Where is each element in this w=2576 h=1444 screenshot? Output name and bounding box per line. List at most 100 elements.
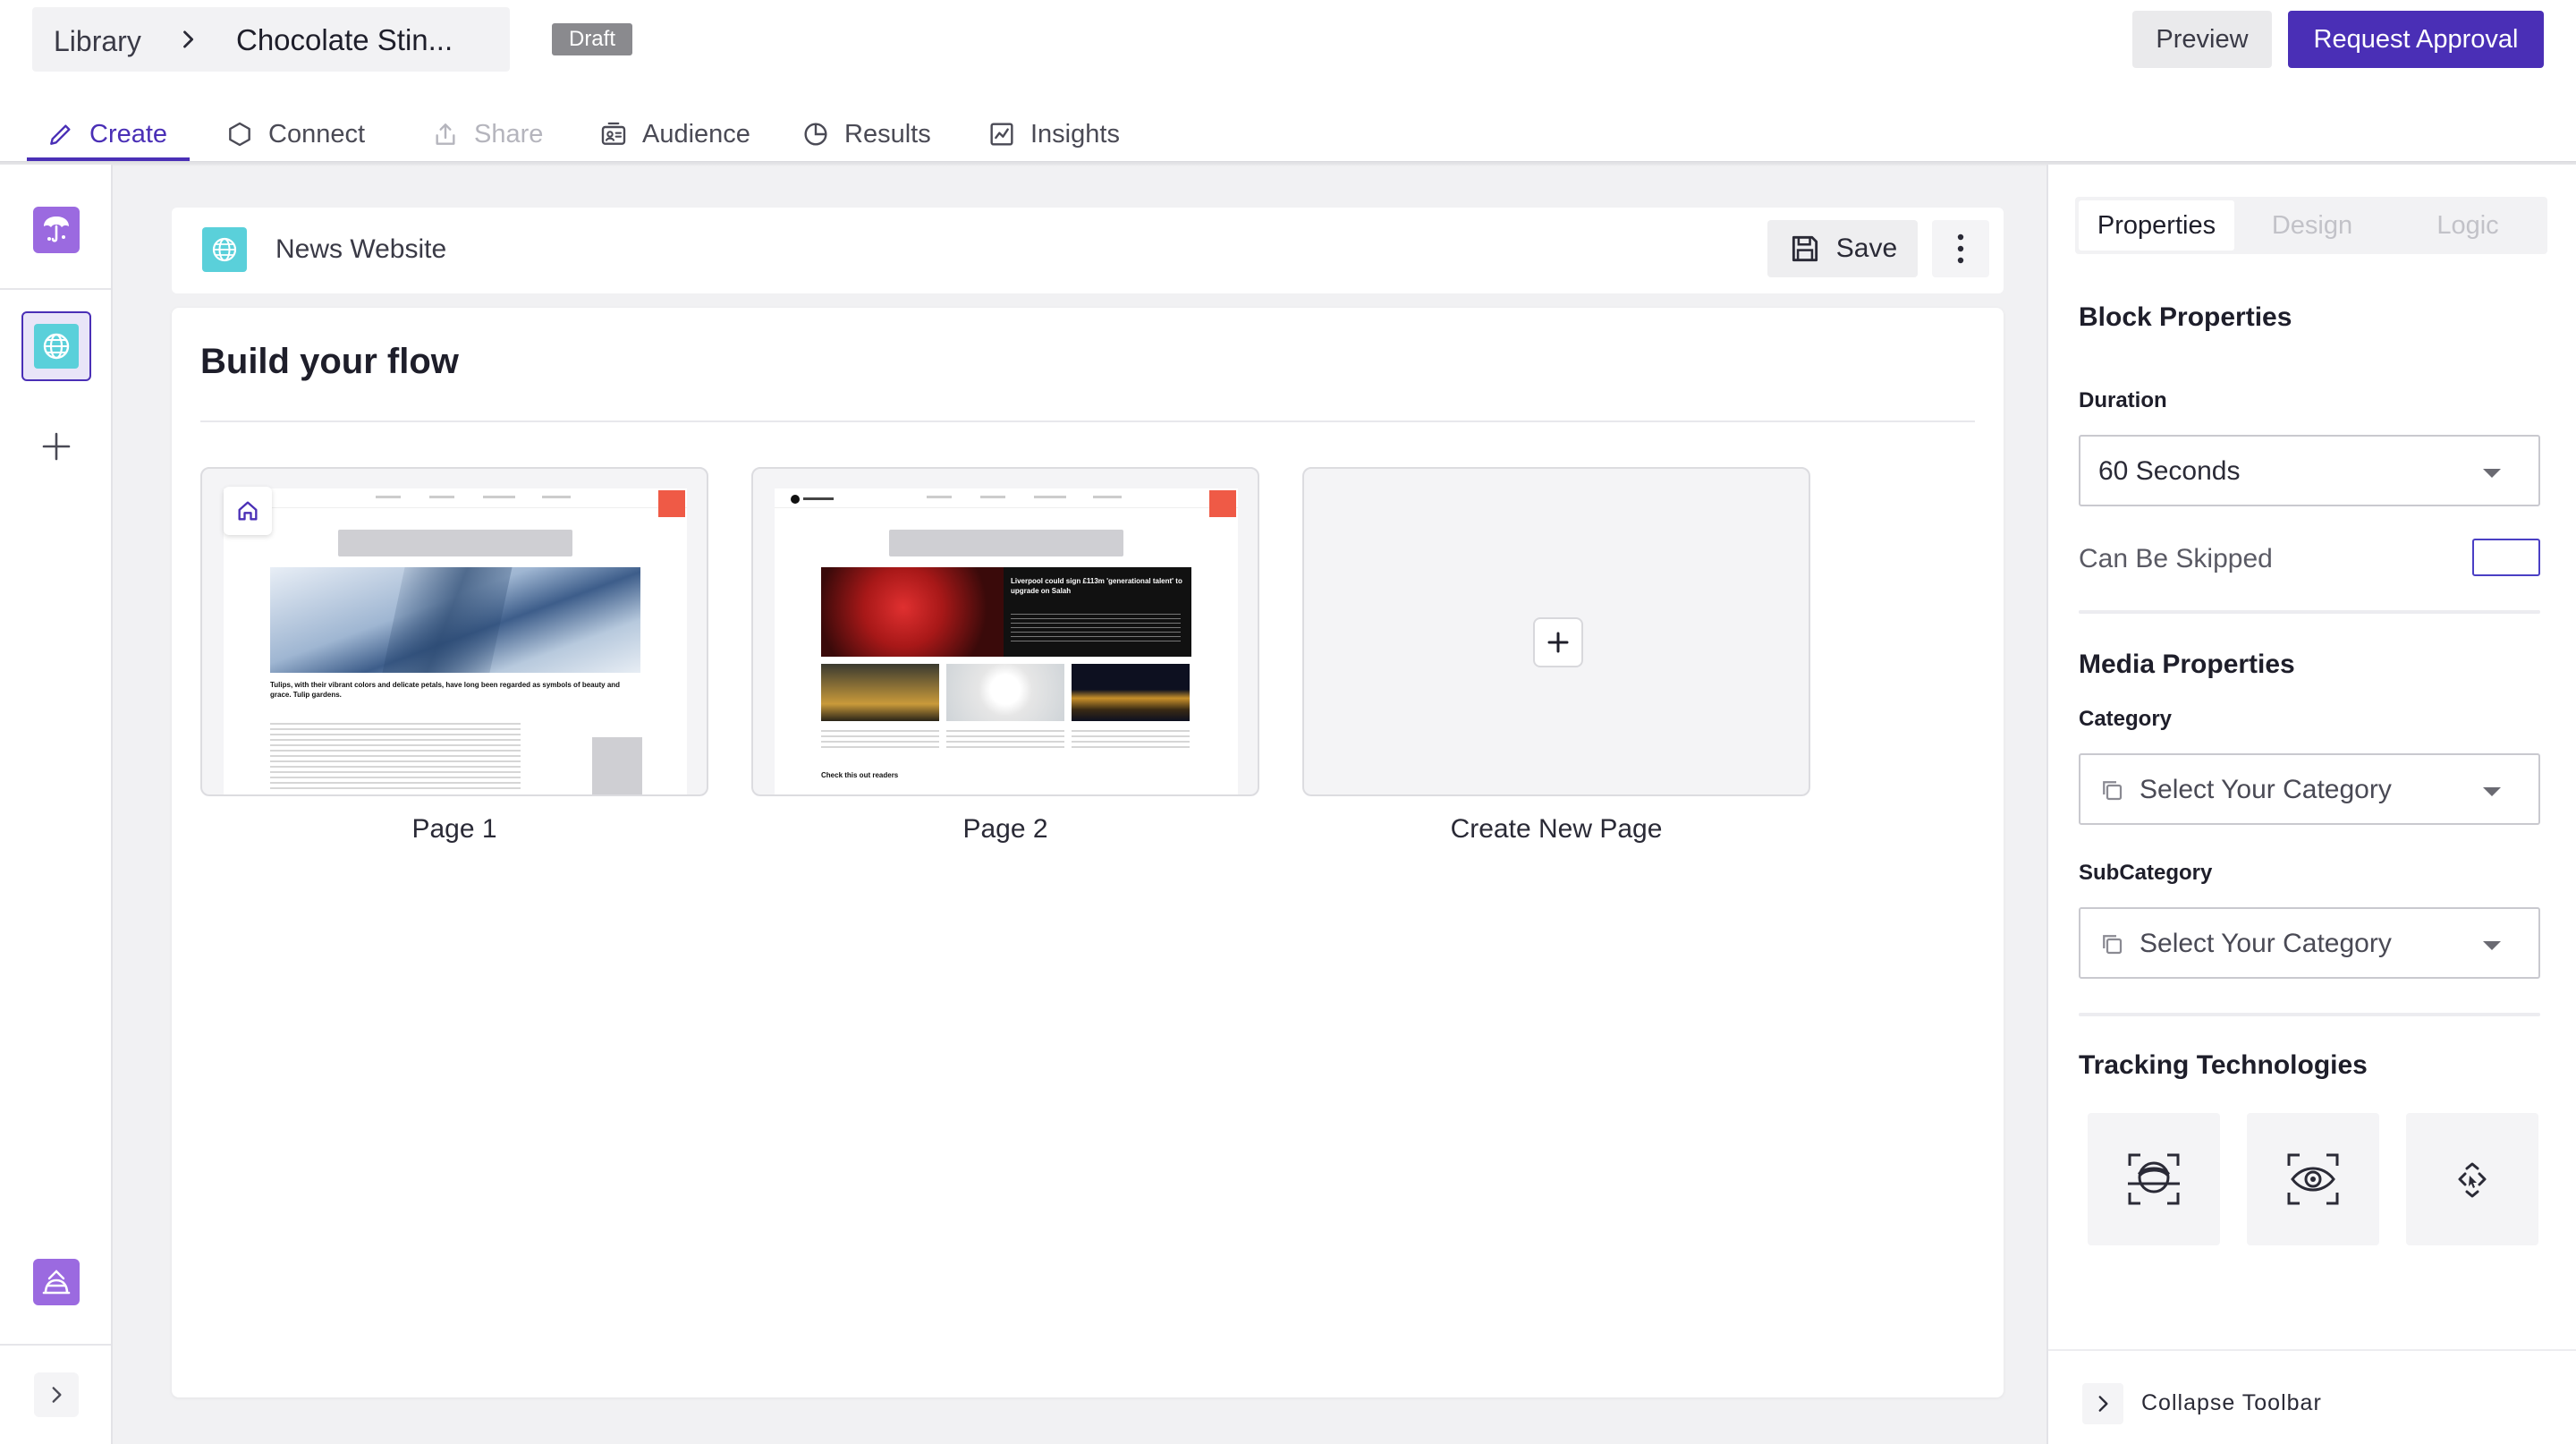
- rail-divider: [0, 288, 111, 290]
- copy-icon: [2103, 935, 2123, 955]
- tab-create-label: Create: [89, 119, 168, 149]
- tab-connect[interactable]: Connect: [225, 106, 365, 163]
- rail-add-block-button[interactable]: [21, 412, 91, 481]
- flow-card: Build your flow Tulips, with their vibra…: [172, 308, 2004, 1397]
- page-card-2[interactable]: Liverpool could sign £113m 'generational…: [751, 467, 1259, 796]
- properties-panel: Properties Design Logic Block Properties…: [2046, 165, 2576, 1444]
- tab-properties[interactable]: Properties: [2079, 200, 2234, 251]
- more-vertical-icon: [1957, 234, 1964, 264]
- create-new-page-card[interactable]: [1302, 467, 1810, 796]
- block-properties-heading: Block Properties: [2079, 302, 2292, 332]
- expand-chevron-icon: [52, 1387, 62, 1403]
- home-page-badge: [224, 487, 272, 535]
- eye-tracking-tile[interactable]: [2247, 1113, 2379, 1245]
- globe-icon: [202, 227, 247, 272]
- tab-insights-label: Insights: [1030, 119, 1120, 149]
- pie-chart-icon: [804, 123, 827, 146]
- flow-divider: [200, 420, 1975, 422]
- plus-icon: [1547, 632, 1569, 653]
- breadcrumb-current-title[interactable]: Chocolate Stin...: [236, 23, 453, 57]
- copy-icon: [2103, 781, 2123, 801]
- tracking-technologies-heading: Tracking Technologies: [2079, 1050, 2368, 1080]
- tab-results[interactable]: Results: [801, 106, 931, 163]
- plus-icon: [42, 432, 71, 461]
- tab-design[interactable]: Design: [2234, 200, 2390, 251]
- can-be-skipped-toggle[interactable]: [2472, 539, 2540, 576]
- cake-icon: [33, 1259, 80, 1305]
- page-2-thumb-headline: Liverpool could sign £113m 'generational…: [1011, 577, 1182, 595]
- left-rail: [0, 165, 113, 1444]
- rail-cake-button[interactable]: [21, 1247, 91, 1317]
- collapse-toolbar-button[interactable]: [2082, 1383, 2123, 1424]
- save-icon: [1792, 235, 1818, 262]
- face-tracking-tile[interactable]: [2088, 1113, 2220, 1245]
- page-card-1[interactable]: Tulips, with their vibrant colors and de…: [200, 467, 708, 796]
- subcategory-select[interactable]: Select Your Category: [2079, 907, 2540, 979]
- page-1-label: Page 1: [411, 814, 497, 844]
- category-select[interactable]: Select Your Category: [2079, 753, 2540, 825]
- save-button[interactable]: Save: [1767, 220, 1918, 277]
- can-be-skipped-label: Can Be Skipped: [2079, 544, 2273, 573]
- flow-title: Build your flow: [200, 342, 459, 381]
- share-icon: [436, 123, 455, 145]
- tab-create[interactable]: Create: [47, 106, 167, 163]
- breadcrumb-library-link[interactable]: Library: [54, 25, 141, 58]
- create-new-page-label: Create New Page: [1450, 814, 1663, 844]
- more-options-button[interactable]: [1932, 220, 1989, 277]
- home-icon: [238, 501, 258, 521]
- tab-connect-label: Connect: [268, 119, 366, 149]
- dropdown-caret-icon: [2483, 787, 2501, 796]
- tab-audience-label: Audience: [642, 119, 750, 149]
- tab-insights[interactable]: Insights: [987, 106, 1120, 163]
- page-1-thumb-headline: Tulips, with their vibrant colors and de…: [270, 681, 621, 699]
- main-tabs: Create Connect Share Audience Results In…: [0, 106, 1252, 163]
- status-badge: Draft: [552, 23, 632, 55]
- hexagon-icon: [229, 122, 250, 147]
- chevron-right-icon: [183, 30, 194, 48]
- globe-icon: [34, 324, 79, 369]
- dropdown-caret-icon: [2483, 469, 2501, 478]
- duration-value: 60 Seconds: [2098, 456, 2241, 486]
- tab-audience[interactable]: Audience: [599, 106, 750, 163]
- subcategory-label: SubCategory: [2079, 861, 2213, 885]
- eye-tracking-icon: [2287, 1153, 2339, 1205]
- breadcrumb: Library Chocolate Stin...: [32, 7, 510, 72]
- audience-icon: [601, 122, 626, 145]
- tab-logic[interactable]: Logic: [2390, 200, 2546, 251]
- tab-share[interactable]: Share: [431, 106, 543, 163]
- section-divider: [2079, 610, 2540, 614]
- page-2-thumb-footer: Check this out readers: [821, 771, 899, 779]
- rail-expand-button[interactable]: [34, 1372, 79, 1417]
- page-1-thumbnail: Tulips, with their vibrant colors and de…: [224, 488, 687, 794]
- media-properties-heading: Media Properties: [2079, 650, 2295, 679]
- panel-tabs: Properties Design Logic: [2075, 197, 2547, 254]
- rail-news-website-button[interactable]: [21, 311, 91, 381]
- subcategory-placeholder: Select Your Category: [2140, 929, 2392, 958]
- tab-results-label: Results: [844, 119, 931, 149]
- page-2-thumbnail: Liverpool could sign £113m 'generational…: [775, 488, 1238, 794]
- duration-label: Duration: [2079, 388, 2167, 412]
- block-name: News Website: [275, 234, 447, 264]
- add-page-button[interactable]: [1533, 617, 1583, 667]
- request-approval-button[interactable]: Request Approval: [2288, 11, 2544, 68]
- pencil-icon: [50, 124, 71, 145]
- page-2-label: Page 2: [962, 814, 1048, 844]
- chevron-right-icon: [2098, 1396, 2108, 1412]
- cursor-tracking-icon: [2458, 1162, 2487, 1198]
- face-tracking-icon: [2128, 1153, 2180, 1205]
- preview-button[interactable]: Preview: [2132, 11, 2272, 68]
- category-placeholder: Select Your Category: [2140, 775, 2392, 804]
- rail-survey-button[interactable]: [21, 195, 91, 265]
- tab-share-label: Share: [474, 119, 544, 149]
- collapse-toolbar-label[interactable]: Collapse Toolbar: [2141, 1390, 2322, 1416]
- section-divider: [2079, 1013, 2540, 1016]
- cursor-tracking-tile[interactable]: [2406, 1113, 2538, 1245]
- duration-select[interactable]: 60 Seconds: [2079, 435, 2540, 506]
- top-header: Library Chocolate Stin... Draft Preview …: [0, 0, 2576, 163]
- save-button-label: Save: [1835, 234, 1898, 263]
- line-chart-icon: [990, 123, 1013, 146]
- block-toolbar: News Website Save: [172, 208, 2004, 293]
- rail-divider: [0, 1344, 111, 1346]
- dropdown-caret-icon: [2483, 941, 2501, 950]
- survey-icon: [33, 207, 80, 253]
